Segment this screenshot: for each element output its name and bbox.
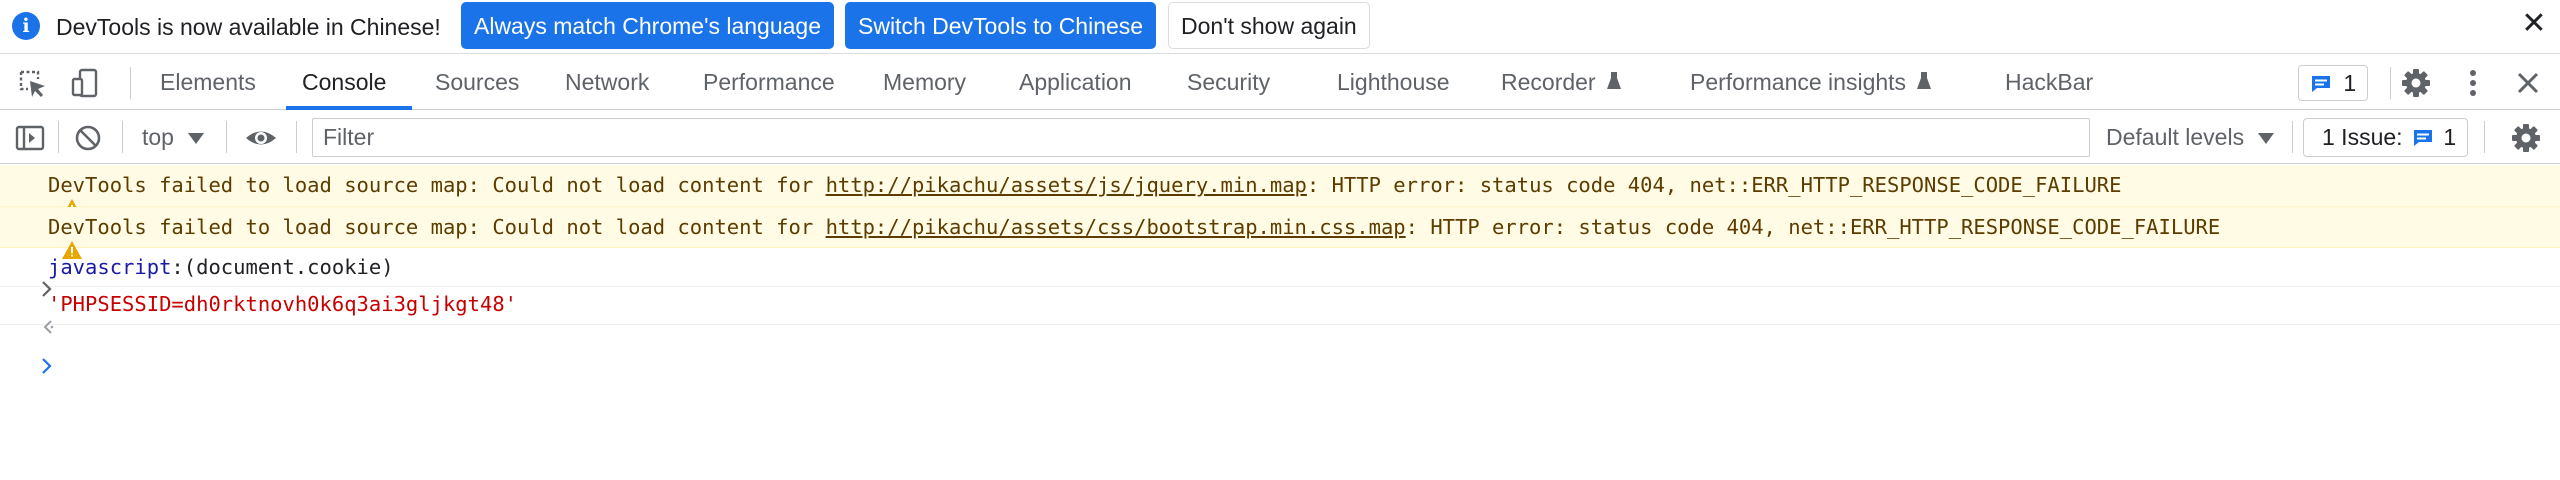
- context-selector[interactable]: top: [142, 122, 174, 152]
- inspect-element-icon[interactable]: [16, 67, 48, 99]
- tab-elements[interactable]: Elements: [160, 55, 256, 110]
- clear-console-icon[interactable]: [72, 122, 104, 154]
- console-command-row: javascript:(document.cookie): [0, 249, 2560, 297]
- console-warning-row: DevTools failed to load source map: Coul…: [0, 165, 2560, 217]
- warning-suffix: : HTTP error: status code 404, net::ERR_…: [1306, 173, 2122, 197]
- warning-prefix: DevTools failed to load source map: Coul…: [48, 215, 826, 239]
- experimental-flask-icon: [1916, 56, 1932, 111]
- warning-prefix: DevTools failed to load source map: Coul…: [48, 173, 826, 197]
- source-map-link[interactable]: http://pikachu/assets/js/jquery.min.map: [826, 173, 1307, 197]
- console-toolbar: top Filter Default levels 1 Issue: 1: [0, 111, 2560, 164]
- tab-network[interactable]: Network: [565, 55, 649, 110]
- tab-security[interactable]: Security: [1187, 55, 1270, 110]
- info-icon: i: [12, 12, 40, 40]
- messages-badge[interactable]: 1: [2298, 65, 2368, 101]
- issues-count: 1: [2443, 124, 2457, 150]
- active-tab-indicator: [286, 106, 412, 110]
- tab-sources[interactable]: Sources: [435, 55, 519, 110]
- toolbar-divider: [2292, 121, 2293, 153]
- tab-performance-insights-label: Performance insights: [1690, 69, 1907, 95]
- issues-label: 1 Issue:: [2322, 124, 2403, 150]
- match-language-button[interactable]: Always match Chrome's language: [461, 2, 834, 49]
- message-icon: [2311, 70, 2331, 96]
- toolbar-divider: [2390, 67, 2391, 99]
- console-result-row: 'PHPSESSID=dh0rktnovh0k6q3ai3gljkgt48': [0, 287, 2560, 334]
- console-settings-gear-icon[interactable]: [2510, 122, 2542, 154]
- issues-button[interactable]: 1 Issue: 1: [2303, 118, 2468, 157]
- close-devtools-icon[interactable]: [2512, 67, 2544, 99]
- live-expression-eye-icon[interactable]: [244, 122, 276, 154]
- toolbar-divider: [296, 121, 297, 153]
- tab-console[interactable]: Console: [302, 55, 386, 110]
- log-levels-dropdown[interactable]: Default levels: [2106, 122, 2244, 152]
- infobar-message: DevTools is now available in Chinese!: [56, 14, 441, 40]
- toolbar-divider: [130, 67, 131, 99]
- toolbar-divider: [226, 121, 227, 153]
- settings-gear-icon[interactable]: [2400, 67, 2432, 99]
- toolbar-divider: [2484, 121, 2485, 153]
- cookie-result-value[interactable]: 'PHPSESSID=dh0rktnovh0k6q3ai3gljkgt48': [48, 292, 517, 316]
- tab-memory[interactable]: Memory: [883, 55, 966, 110]
- show-sidebar-icon[interactable]: [14, 122, 46, 154]
- more-options-icon[interactable]: [2457, 67, 2489, 99]
- toolbar-divider: [58, 121, 59, 153]
- tab-application[interactable]: Application: [1019, 55, 1132, 110]
- device-toolbar-icon[interactable]: [70, 67, 102, 99]
- experimental-flask-icon: [1606, 56, 1622, 111]
- source-map-link[interactable]: http://pikachu/assets/css/bootstrap.min.…: [826, 215, 1406, 239]
- chevron-down-icon: [2258, 133, 2274, 144]
- dont-show-again-button[interactable]: Don't show again: [1168, 2, 1370, 49]
- toolbar-divider: [122, 121, 123, 153]
- messages-count: 1: [2343, 70, 2357, 96]
- devtools-tab-toolbar: Elements Console Sources Network Perform…: [0, 55, 2560, 110]
- close-infobar-icon[interactable]: ✕: [2518, 8, 2550, 40]
- tab-performance[interactable]: Performance: [703, 55, 835, 110]
- prompt-chevron-icon: [14, 332, 54, 405]
- tab-lighthouse[interactable]: Lighthouse: [1337, 55, 1450, 110]
- issue-message-icon: [2413, 124, 2433, 150]
- console-warning-row: DevTools failed to load source map: Coul…: [0, 207, 2560, 259]
- console-prompt-row[interactable]: [0, 326, 2560, 374]
- warning-suffix: : HTTP error: status code 404, net::ERR_…: [1405, 215, 2221, 239]
- filter-input[interactable]: Filter: [312, 118, 2090, 157]
- tab-recorder-label: Recorder: [1501, 69, 1596, 95]
- tab-hackbar[interactable]: HackBar: [2005, 55, 2093, 110]
- switch-to-chinese-button[interactable]: Switch DevTools to Chinese: [845, 2, 1157, 49]
- tab-performance-insights[interactable]: Performance insights: [1690, 55, 1932, 110]
- chevron-down-icon: [188, 133, 204, 144]
- command-rest: :(document.cookie): [171, 255, 394, 279]
- command-keyword: javascript: [48, 255, 172, 279]
- language-infobar: i DevTools is now available in Chinese! …: [0, 0, 2560, 54]
- tab-recorder[interactable]: Recorder: [1501, 55, 1622, 110]
